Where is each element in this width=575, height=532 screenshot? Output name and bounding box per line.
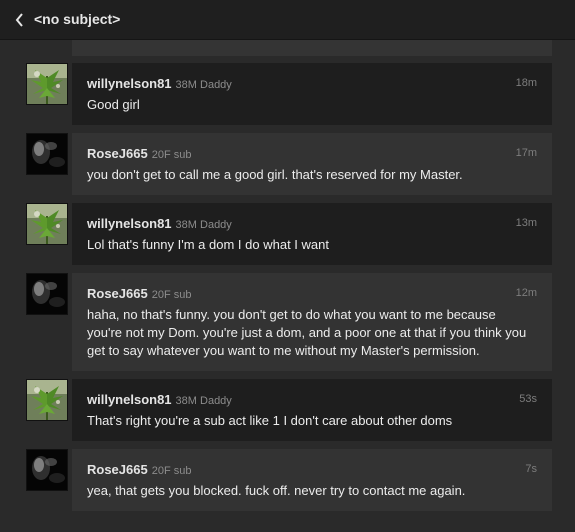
weed-plant-avatar[interactable] — [26, 63, 68, 105]
message-text: That's right you're a sub act like 1 I d… — [87, 413, 453, 428]
message-username[interactable]: RoseJ665 — [87, 462, 148, 477]
message-user-tag: 20F sub — [151, 289, 192, 301]
message-time: 18m — [515, 77, 537, 89]
message-time: 12m — [515, 287, 537, 299]
message-text: you don't get to call me a good girl. th… — [87, 167, 463, 182]
message-time: 17m — [515, 147, 537, 159]
message-username[interactable]: willynelson81 — [87, 76, 172, 91]
conversation-header: <no subject> — [0, 0, 575, 40]
message-text: Lol that's funny I'm a dom I do what I w… — [87, 237, 329, 252]
previous-message-peek — [72, 40, 552, 56]
conversation-subject[interactable]: <no subject> — [34, 11, 120, 27]
dark-smoke-avatar[interactable] — [26, 273, 68, 315]
message-bubble: willynelson81 38M Daddy 13m Lol that's fu… — [72, 203, 552, 265]
message-user-tag: 20F sub — [151, 465, 192, 477]
message-text: yea, that gets you blocked. fuck off. ne… — [87, 483, 466, 498]
message-bubble: RoseJ665 20F sub 12m haha, no that's funn… — [72, 273, 552, 371]
message-time: 53s — [519, 393, 537, 405]
weed-plant-avatar[interactable] — [26, 203, 68, 245]
weed-plant-avatar[interactable] — [26, 379, 68, 421]
message-time: 13m — [515, 217, 537, 229]
message-username[interactable]: willynelson81 — [87, 392, 172, 407]
message-bubble: RoseJ665 20F sub 17m you don't get to cal… — [72, 133, 552, 195]
message-user-tag: 38M Daddy — [175, 79, 232, 91]
message-text: haha, no that's funny. you don't get to … — [87, 307, 527, 358]
chevron-left-icon[interactable] — [14, 12, 26, 28]
message-bubble: willynelson81 38M Daddy 18m Good girl — [72, 63, 552, 125]
message-username[interactable]: RoseJ665 — [87, 146, 148, 161]
message-username[interactable]: RoseJ665 — [87, 286, 148, 301]
message-user-tag: 20F sub — [151, 149, 192, 161]
dark-smoke-avatar[interactable] — [26, 133, 68, 175]
message-user-tag: 38M Daddy — [175, 395, 232, 407]
message-username[interactable]: willynelson81 — [87, 216, 172, 231]
message-bubble: willynelson81 38M Daddy 53s That's right … — [72, 379, 552, 441]
dark-smoke-avatar[interactable] — [26, 449, 68, 491]
message-time: 7s — [525, 463, 537, 475]
message-bubble: RoseJ665 20F sub 7s yea, that gets you bl… — [72, 449, 552, 511]
message-text: Good girl — [87, 97, 140, 112]
message-user-tag: 38M Daddy — [175, 219, 232, 231]
message-thread[interactable]: willynelson81 38M Daddy 18m Good girl Ros… — [0, 40, 575, 532]
